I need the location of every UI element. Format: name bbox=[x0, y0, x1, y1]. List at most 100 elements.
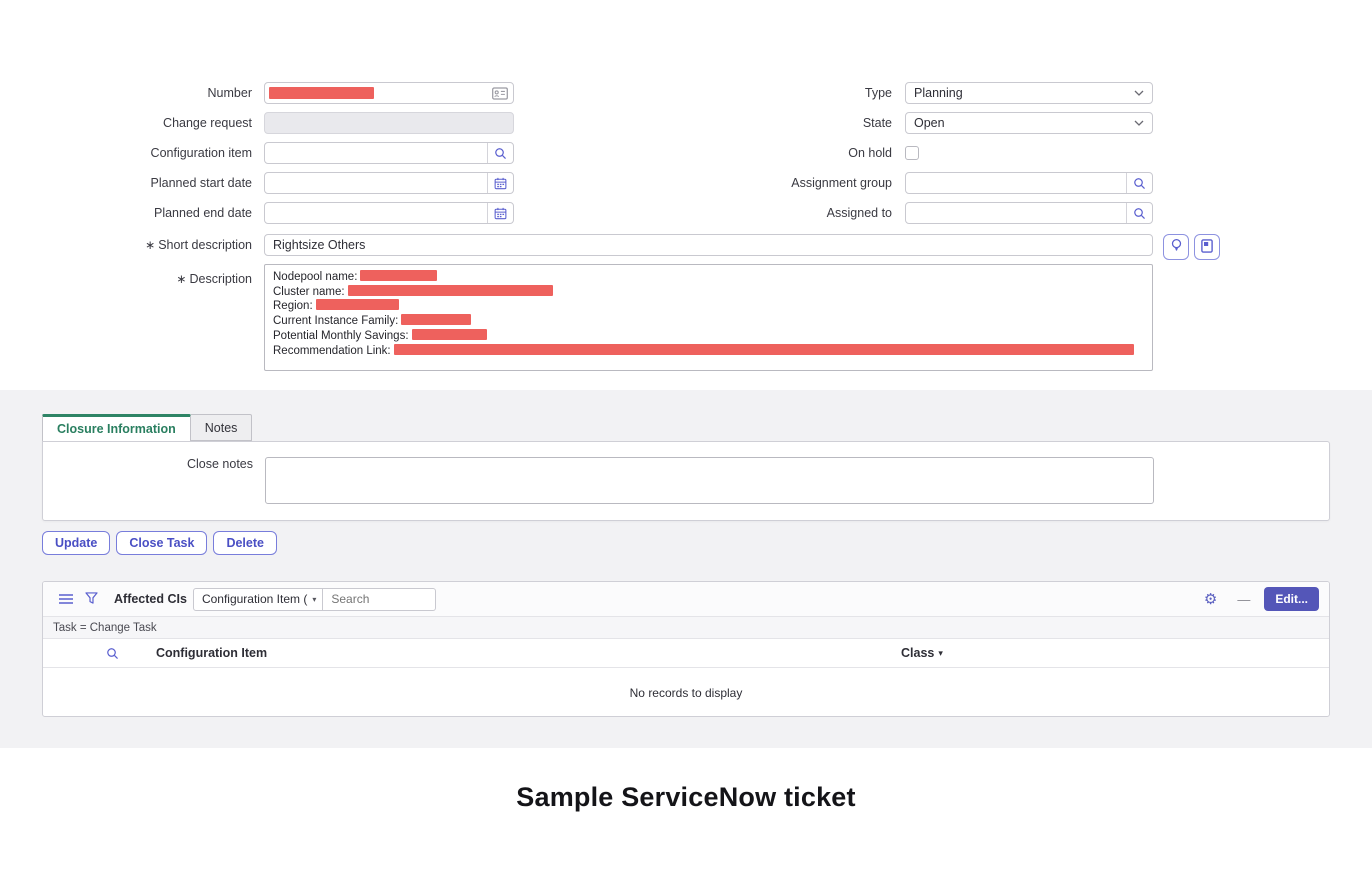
search-icon[interactable] bbox=[1126, 203, 1152, 223]
tab-strip: Closure Information Notes bbox=[42, 414, 252, 441]
column-search-icon[interactable] bbox=[106, 647, 119, 660]
delete-button[interactable]: Delete bbox=[213, 531, 277, 555]
type-value: Planning bbox=[906, 86, 963, 100]
field-row-close-notes: Close notes bbox=[43, 457, 1154, 504]
assignment-group-input[interactable] bbox=[905, 172, 1153, 194]
field-row-short-description: ∗Short description bbox=[0, 234, 1153, 256]
list-column-header-row: Configuration Item Class ▾ bbox=[43, 639, 1329, 668]
planned-end-date-input[interactable] bbox=[264, 202, 514, 224]
closure-information-panel: Close notes bbox=[42, 441, 1330, 521]
short-description-label: ∗Short description bbox=[0, 238, 258, 252]
field-row-state: State Open bbox=[640, 112, 1156, 134]
calendar-icon[interactable] bbox=[487, 203, 513, 223]
on-hold-checkbox[interactable] bbox=[905, 146, 919, 160]
on-hold-label: On hold bbox=[640, 146, 898, 160]
redaction-bar bbox=[316, 299, 399, 310]
configuration-item-input[interactable] bbox=[264, 142, 514, 164]
field-row-planned-start-date: Planned start date bbox=[0, 172, 520, 194]
form-right-column: Type Planning State Open On hold Assignm bbox=[640, 82, 1156, 232]
planned-start-date-input[interactable] bbox=[264, 172, 514, 194]
calendar-icon[interactable] bbox=[487, 173, 513, 193]
description-textarea[interactable]: Nodepool name: Cluster name: Region: Cur… bbox=[264, 264, 1153, 371]
state-select[interactable]: Open bbox=[905, 112, 1153, 134]
tab-notes[interactable]: Notes bbox=[191, 414, 253, 441]
update-button[interactable]: Update bbox=[42, 531, 110, 555]
close-notes-textarea[interactable] bbox=[265, 457, 1154, 504]
required-marker: ∗ bbox=[176, 272, 186, 286]
form-action-buttons: Update Close Task Delete bbox=[42, 531, 277, 555]
gear-icon: ⚙ bbox=[1204, 592, 1217, 607]
list-header-right: ⚙ — Edit... bbox=[1198, 587, 1319, 611]
state-value: Open bbox=[906, 116, 945, 130]
number-input[interactable] bbox=[264, 82, 514, 104]
dropdown-arrow-icon: ▾ bbox=[312, 595, 316, 604]
redaction-bar bbox=[412, 329, 487, 340]
field-row-number: Number bbox=[0, 82, 520, 104]
affected-cis-header: Affected CIs Configuration Item ( ▾ ⚙ — … bbox=[43, 582, 1329, 616]
type-label: Type bbox=[640, 86, 898, 100]
form-left-column: Number Change request Configuration item… bbox=[0, 82, 520, 232]
description-line: Cluster name: bbox=[273, 285, 1144, 300]
column-header-class[interactable]: Class ▾ bbox=[901, 646, 943, 660]
tab-closure-information[interactable]: Closure Information bbox=[42, 414, 191, 441]
change-request-field bbox=[264, 112, 514, 134]
knowledge-book-icon bbox=[1201, 239, 1213, 256]
dropdown-arrow-icon: ▾ bbox=[938, 648, 943, 659]
redaction-bar bbox=[348, 285, 553, 296]
description-line: Region: bbox=[273, 299, 1144, 314]
affected-cis-list: Affected CIs Configuration Item ( ▾ ⚙ — … bbox=[42, 581, 1330, 717]
list-settings-button[interactable]: ⚙ bbox=[1198, 588, 1223, 611]
column-header-configuration-item[interactable]: Configuration Item bbox=[156, 646, 267, 660]
configuration-item-label: Configuration item bbox=[0, 146, 258, 160]
list-context-menu-button[interactable] bbox=[53, 588, 79, 611]
assigned-to-input[interactable] bbox=[905, 202, 1153, 224]
number-redaction bbox=[269, 87, 374, 99]
field-row-type: Type Planning bbox=[640, 82, 1156, 104]
redaction-bar bbox=[394, 344, 1134, 355]
list-filter-button[interactable] bbox=[79, 588, 104, 611]
affected-cis-title: Affected CIs bbox=[114, 592, 187, 606]
related-section-band: Closure Information Notes Close notes Up… bbox=[0, 390, 1372, 748]
field-row-planned-end-date: Planned end date bbox=[0, 202, 520, 224]
lightbulb-icon bbox=[1170, 238, 1183, 256]
description-line: Current Instance Family: bbox=[273, 314, 1144, 329]
list-breadcrumb[interactable]: Task = Change Task bbox=[43, 616, 1329, 639]
funnel-icon bbox=[85, 592, 98, 607]
field-row-description: ∗Description Nodepool name: Cluster name… bbox=[0, 264, 1153, 371]
knowledge-search-button[interactable] bbox=[1194, 234, 1220, 260]
planned-end-date-label: Planned end date bbox=[0, 206, 258, 220]
field-row-assignment-group: Assignment group bbox=[640, 172, 1156, 194]
description-line: Recommendation Link: bbox=[273, 344, 1144, 359]
redaction-bar bbox=[360, 270, 437, 281]
empty-list-message: No records to display bbox=[43, 668, 1329, 700]
required-marker: ∗ bbox=[145, 238, 155, 252]
description-label: ∗Description bbox=[0, 264, 258, 371]
suggestion-lightbulb-button[interactable] bbox=[1163, 234, 1189, 260]
description-line: Potential Monthly Savings: bbox=[273, 329, 1144, 344]
preview-record-icon[interactable] bbox=[487, 83, 513, 103]
chevron-down-icon bbox=[1134, 90, 1144, 96]
list-collapse-button[interactable]: — bbox=[1231, 589, 1256, 610]
close-task-button[interactable]: Close Task bbox=[116, 531, 207, 555]
field-row-assigned-to: Assigned to bbox=[640, 202, 1156, 224]
assignment-group-label: Assignment group bbox=[640, 176, 898, 190]
number-label: Number bbox=[0, 86, 258, 100]
close-notes-label: Close notes bbox=[43, 457, 259, 504]
assigned-to-label: Assigned to bbox=[640, 206, 898, 220]
state-label: State bbox=[640, 116, 898, 130]
chevron-down-icon bbox=[1134, 120, 1144, 126]
change-request-label: Change request bbox=[0, 116, 258, 130]
short-description-buttons bbox=[1163, 234, 1220, 260]
field-row-on-hold: On hold bbox=[640, 142, 1156, 164]
list-search-input[interactable] bbox=[323, 588, 436, 611]
description-line: Nodepool name: bbox=[273, 270, 1144, 285]
field-row-change-request: Change request bbox=[0, 112, 520, 134]
minus-icon: — bbox=[1237, 593, 1250, 606]
search-icon[interactable] bbox=[1126, 173, 1152, 193]
search-icon[interactable] bbox=[487, 143, 513, 163]
short-description-input[interactable] bbox=[264, 234, 1153, 256]
type-select[interactable]: Planning bbox=[905, 82, 1153, 104]
edit-button[interactable]: Edit... bbox=[1264, 587, 1319, 611]
hamburger-icon bbox=[59, 592, 73, 607]
search-column-select[interactable]: Configuration Item ( ▾ bbox=[193, 588, 323, 611]
